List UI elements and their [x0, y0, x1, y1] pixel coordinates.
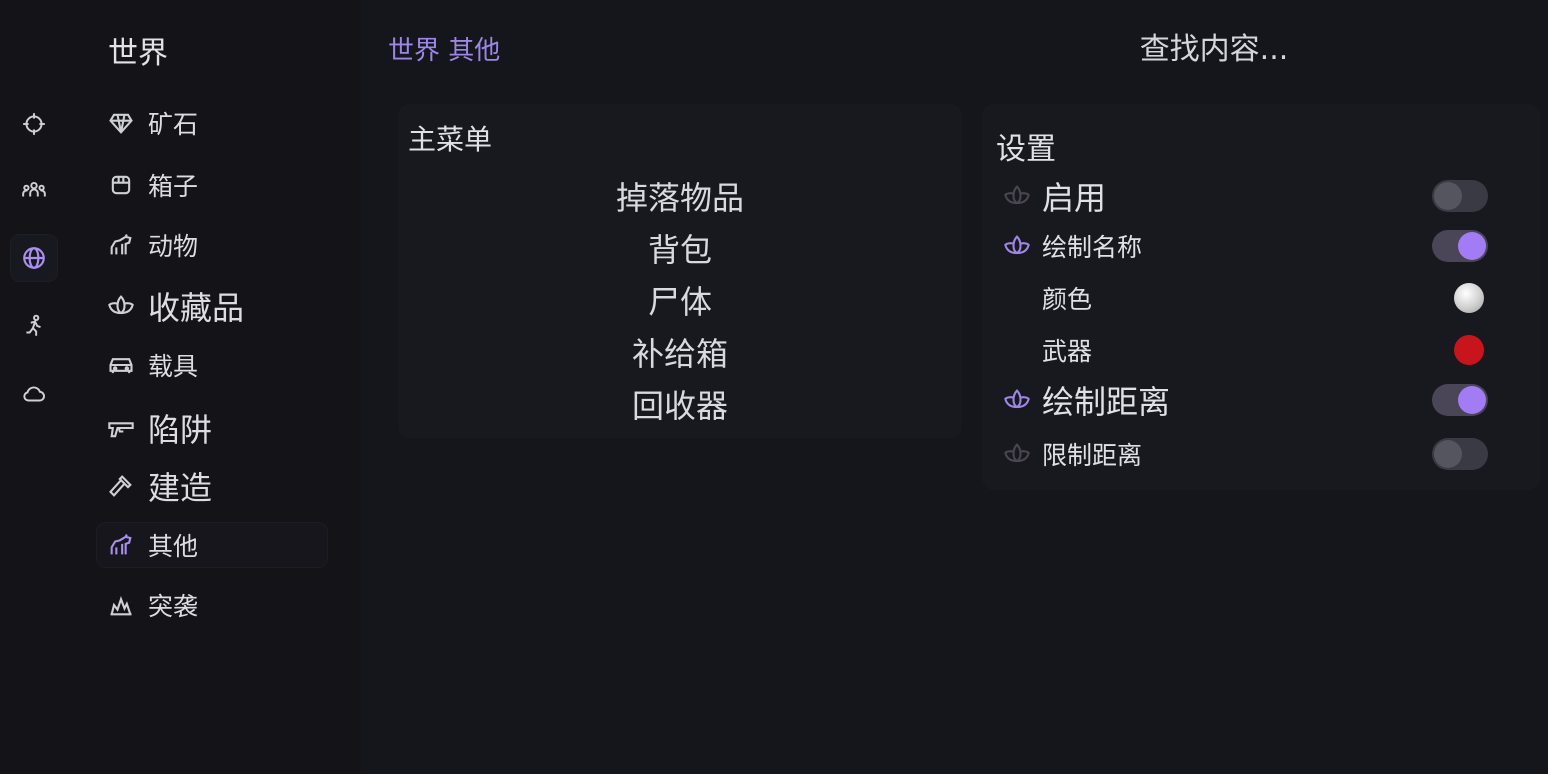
color-swatch-button[interactable]: [1454, 283, 1484, 313]
sidebar-item-label: 载具: [148, 352, 199, 381]
sidebar-item-label: 动物: [148, 232, 199, 261]
gem-icon: [106, 108, 136, 138]
box-icon: [106, 170, 136, 200]
sidebar-item-collectibles[interactable]: 收藏品: [96, 283, 328, 329]
setting-label: 绘制名称: [1042, 233, 1143, 262]
setting-label: 颜色: [1042, 285, 1093, 314]
menu-item-supply-crate[interactable]: 补给箱: [398, 328, 962, 380]
horse-icon: [106, 530, 136, 560]
sidebar-item-label: 突袭: [148, 592, 199, 621]
search-input[interactable]: [1002, 24, 1426, 74]
rail-world-button[interactable]: [10, 234, 58, 282]
sidebar-item-box[interactable]: 箱子: [96, 162, 328, 208]
menu-item-recycler[interactable]: 回收器: [398, 380, 962, 432]
menu-item-backpack[interactable]: 背包: [398, 224, 962, 276]
sidebar-item-other[interactable]: 其他: [96, 522, 328, 568]
rail-aim-button[interactable]: [10, 100, 58, 148]
setting-label: 绘制距离: [1042, 383, 1171, 421]
setting-label: 限制距离: [1042, 441, 1143, 470]
toggle-knob: [1458, 232, 1486, 260]
gun-icon: [106, 413, 136, 443]
sidebar-item-ore[interactable]: 矿石: [96, 100, 328, 146]
hammer-icon: [106, 471, 136, 501]
sidebar-item-label: 箱子: [148, 172, 199, 201]
lotus-icon: [1002, 181, 1032, 211]
sidebar-item-label: 矿石: [148, 110, 199, 139]
main-menu-card: 主菜单 掉落物品 背包 尸体 补给箱 回收器: [398, 104, 962, 438]
rail-movement-button[interactable]: [10, 302, 58, 350]
setting-row-draw-name: 绘制名称: [982, 220, 1540, 272]
main-content: 世界 其他 主菜单 掉落物品 背包 尸体 补给箱 回收器 设置 启用 绘制名称 …: [362, 0, 1548, 774]
setting-label: 武器: [1042, 337, 1093, 366]
toggle-knob: [1458, 386, 1486, 414]
globe-icon: [23, 247, 45, 269]
setting-row-limit-distance: 限制距离: [982, 428, 1540, 480]
setting-row-color: 颜色: [982, 272, 1540, 324]
players-icon: [22, 181, 46, 197]
running-icon: [26, 314, 41, 336]
horse-icon: [106, 230, 136, 260]
sidebar-item-label: 收藏品: [148, 289, 245, 327]
setting-label: 启用: [1042, 179, 1107, 217]
main-menu-title: 主菜单: [408, 123, 493, 156]
lotus-icon: [106, 291, 136, 321]
breadcrumb[interactable]: 世界 其他: [388, 30, 500, 67]
settings-title: 设置: [996, 132, 1056, 167]
icon-rail: [0, 0, 72, 774]
draw-distance-toggle[interactable]: [1432, 384, 1488, 416]
lotus-icon: [1002, 231, 1032, 261]
draw-name-toggle[interactable]: [1432, 230, 1488, 262]
lotus-icon: [1002, 385, 1032, 415]
lotus-icon: [1002, 439, 1032, 469]
sidebar-item-label: 陷阱: [148, 411, 213, 449]
rail-players-button[interactable]: [10, 166, 58, 214]
main-menu-list: 掉落物品 背包 尸体 补给箱 回收器: [398, 172, 962, 432]
cloud-icon: [23, 386, 45, 402]
sidebar: 世界 矿石 箱子 动物 收藏品 载具 陷阱 建造 其他 突袭: [72, 0, 362, 774]
car-icon: [106, 350, 136, 380]
weapon-color-swatch-button[interactable]: [1454, 335, 1484, 365]
crosshair-icon: [23, 113, 45, 135]
sidebar-item-animals[interactable]: 动物: [96, 222, 328, 268]
settings-card: 设置 启用 绘制名称 颜色 武器 绘制距离 限制距离: [982, 104, 1540, 490]
sidebar-item-raid[interactable]: 突袭: [96, 582, 328, 628]
setting-row-weapon: 武器: [982, 324, 1540, 376]
setting-row-draw-distance: 绘制距离: [982, 374, 1540, 426]
toggle-knob: [1434, 440, 1462, 468]
toggle-knob: [1434, 182, 1462, 210]
sidebar-item-vehicles[interactable]: 载具: [96, 342, 328, 388]
explosion-icon: [106, 590, 136, 620]
rail-weather-button[interactable]: [10, 370, 58, 418]
sidebar-item-build[interactable]: 建造: [96, 463, 328, 509]
limit-distance-toggle[interactable]: [1432, 438, 1488, 470]
setting-row-enable: 启用: [982, 170, 1540, 222]
menu-item-dropped-items[interactable]: 掉落物品: [398, 172, 962, 224]
sidebar-item-label: 建造: [148, 469, 213, 507]
sidebar-item-traps[interactable]: 陷阱: [96, 405, 328, 451]
sidebar-title: 世界: [108, 36, 168, 71]
menu-item-corpse[interactable]: 尸体: [398, 276, 962, 328]
enable-toggle[interactable]: [1432, 180, 1488, 212]
sidebar-item-label: 其他: [148, 532, 199, 561]
